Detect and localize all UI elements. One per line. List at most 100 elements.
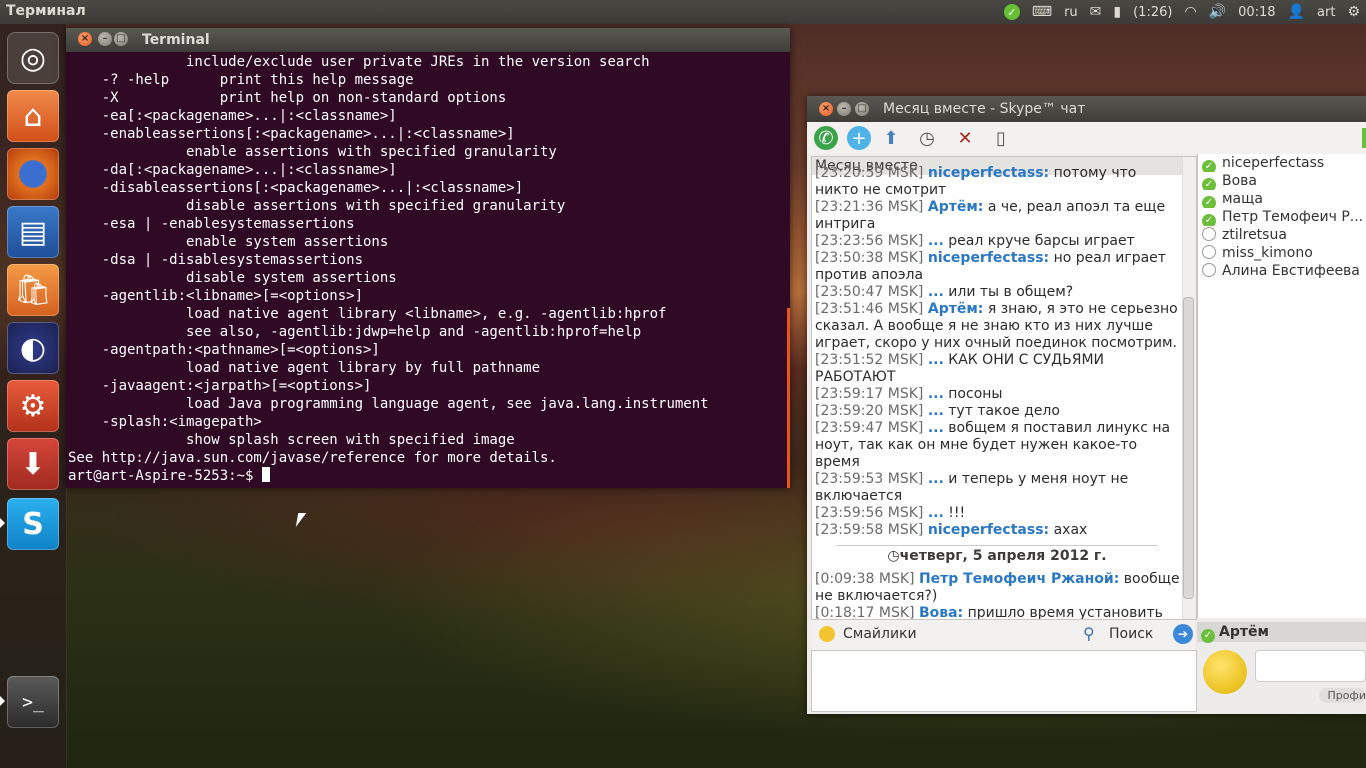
message-author[interactable]: ...	[928, 471, 944, 487]
skype-titlebar[interactable]: × – □ Месяц вместе - Skype™ чат	[807, 96, 1366, 122]
terminal-prompt-line[interactable]: art@art-Aspire-5253:~$	[68, 467, 786, 485]
close-icon[interactable]: ×	[78, 32, 92, 46]
message-author[interactable]: ...	[928, 233, 944, 249]
chat-message: [23:59:53 MSK] ... и теперь у меня ноут …	[812, 471, 1182, 505]
skype-icon[interactable]: S	[7, 498, 59, 550]
search-icon[interactable]: ⚲	[1083, 624, 1095, 643]
terminal-line: -X print help on non-standard options	[68, 90, 507, 106]
terminal-line: -ea[:<packagename>...|:<classname>]	[68, 108, 397, 124]
gear-icon[interactable]: ⚙	[1347, 4, 1360, 20]
message-author[interactable]: ...	[928, 284, 944, 300]
update-manager-icon[interactable]: ⬇	[7, 438, 59, 490]
search-button[interactable]: Поиск	[1109, 626, 1153, 642]
terminal-icon[interactable]: >_	[7, 676, 59, 728]
tools-icon[interactable]: ✕	[953, 126, 977, 150]
avatar[interactable]	[1203, 650, 1247, 694]
chat-message: [23:20:59 MSK] niceperfectass: потому чт…	[812, 165, 1182, 199]
send-file-icon[interactable]: ⬆	[879, 126, 903, 150]
profile-panel: ✓ Артём Профи	[1197, 622, 1366, 714]
terminal-line: load Java programming language agent, se…	[68, 396, 709, 412]
terminal-titlebar[interactable]: × – □ Terminal	[66, 28, 790, 52]
home-folder-icon[interactable]: ⌂	[7, 90, 59, 142]
online-status-icon: ✓	[1202, 178, 1216, 190]
terminal-line: enable system assertions	[68, 234, 389, 250]
message-author[interactable]: niceperfectass:	[928, 250, 1049, 266]
terminal-line: disable assertions with specified granul…	[68, 198, 566, 214]
terminal-line: -splash:<imagepath>	[68, 414, 262, 430]
contact-item[interactable]: ✓ niceperfectass	[1198, 154, 1366, 172]
smileys-button[interactable]: Смайлики	[843, 626, 917, 642]
chat-messages[interactable]: [23:20:59 MSK] niceperfectass: потому чт…	[812, 165, 1182, 619]
call-icon[interactable]: ✆	[814, 126, 838, 150]
contact-item[interactable]: ✓ Петр Темофеич Р...	[1198, 208, 1366, 226]
terminal-line: load native agent library <libname>, e.g…	[68, 306, 667, 322]
contact-item[interactable]: ztilretsua	[1198, 226, 1366, 244]
keyboard-icon[interactable]: ⌨	[1032, 4, 1052, 20]
battery-time[interactable]: (1:26)	[1133, 5, 1172, 20]
eclipse-icon[interactable]: ◐	[7, 322, 59, 374]
message-author[interactable]: niceperfectass:	[928, 165, 1049, 181]
message-author[interactable]: niceperfectass:	[928, 522, 1049, 538]
volume-icon[interactable]: 🔊	[1209, 4, 1226, 20]
contact-item[interactable]: miss_kimono	[1198, 244, 1366, 262]
wifi-icon[interactable]: ◠	[1184, 4, 1196, 20]
status-indicator	[1362, 128, 1366, 148]
message-author[interactable]: ...	[928, 386, 944, 402]
message-author[interactable]: Вова:	[919, 605, 963, 619]
chat-message: [23:50:38 MSK] niceperfectass: но реал и…	[812, 250, 1182, 284]
message-author[interactable]: ...	[928, 403, 944, 419]
mail-icon[interactable]: ✉	[1090, 4, 1102, 20]
message-author[interactable]: Петр Темофеич Ржаной:	[919, 571, 1119, 587]
send-icon[interactable]: ➔	[1173, 624, 1193, 644]
contact-name: niceperfectass	[1222, 155, 1325, 171]
skype-tray-icon[interactable]: ✓	[1003, 4, 1020, 20]
add-people-icon[interactable]: +	[847, 126, 871, 150]
terminal-scrollbar[interactable]	[787, 308, 790, 488]
chat-scrollbar[interactable]	[1182, 157, 1196, 619]
message-author[interactable]: ...	[928, 505, 944, 521]
skype-chat-window[interactable]: × – □ Месяц вместе - Skype™ чат ✆ + ⬆ ◷ …	[807, 96, 1366, 714]
software-center-icon[interactable]: 🛍	[7, 264, 59, 316]
contact-name: ztilretsua	[1222, 227, 1287, 243]
message-author[interactable]: Артём:	[928, 199, 984, 215]
message-timestamp: [23:59:53 MSK]	[815, 471, 924, 487]
message-text: тут такое дело	[943, 403, 1060, 419]
launcher: ◎ ⌂ ▤ 🛍 ◐ ⚙ ⬇ S >_	[0, 24, 67, 768]
message-author[interactable]: ...	[928, 352, 944, 368]
minimize-icon[interactable]: –	[98, 32, 112, 46]
firefox-icon[interactable]	[7, 148, 59, 200]
book-icon[interactable]: ▯	[989, 126, 1013, 150]
maximize-icon[interactable]: □	[855, 102, 869, 116]
user-icon[interactable]: 👤	[1288, 4, 1305, 20]
chat-message: [0:09:38 MSK] Петр Темофеич Ржаной: вооб…	[812, 571, 1182, 605]
battery-icon[interactable]: ▮	[1113, 4, 1121, 20]
mood-input[interactable]	[1255, 650, 1366, 682]
maximize-icon[interactable]: □	[114, 32, 128, 46]
terminal-output[interactable]: include/exclude user private JREs in the…	[68, 53, 786, 488]
user-name[interactable]: art	[1317, 5, 1335, 20]
clock[interactable]: 00:18	[1238, 5, 1275, 20]
contact-name: miss_kimono	[1222, 245, 1313, 261]
minimize-icon[interactable]: –	[837, 102, 851, 116]
writer-icon[interactable]: ▤	[7, 206, 59, 258]
contact-item[interactable]: ✓ Вова	[1198, 172, 1366, 190]
profile-button[interactable]: Профи	[1319, 688, 1366, 703]
ubuntu-dash-icon[interactable]: ◎	[7, 32, 59, 84]
message-text: !!!	[943, 505, 966, 521]
close-icon[interactable]: ×	[819, 102, 833, 116]
message-author[interactable]: Артём:	[928, 301, 984, 317]
message-timestamp: [23:59:17 MSK]	[815, 386, 924, 402]
contact-item[interactable]: Алина Евстифеева	[1198, 262, 1366, 280]
chat-scrollbar-thumb[interactable]	[1183, 297, 1194, 599]
smiley-icon[interactable]	[819, 626, 835, 642]
message-input[interactable]	[811, 650, 1197, 712]
input-toolbar: Смайлики ⚲ Поиск ➔	[811, 620, 1195, 650]
terminal-window[interactable]: × – □ Terminal include/exclude user priv…	[66, 28, 790, 488]
contact-item[interactable]: ✓ маща	[1198, 190, 1366, 208]
message-author[interactable]: ...	[928, 420, 944, 436]
terminal-line: -enableassertions[:<packagename>...|:<cl…	[68, 126, 515, 142]
history-icon[interactable]: ◷	[915, 126, 939, 150]
keyboard-layout[interactable]: ru	[1064, 5, 1078, 20]
contact-name: Алина Евстифеева	[1222, 263, 1360, 279]
settings-icon[interactable]: ⚙	[7, 380, 59, 432]
